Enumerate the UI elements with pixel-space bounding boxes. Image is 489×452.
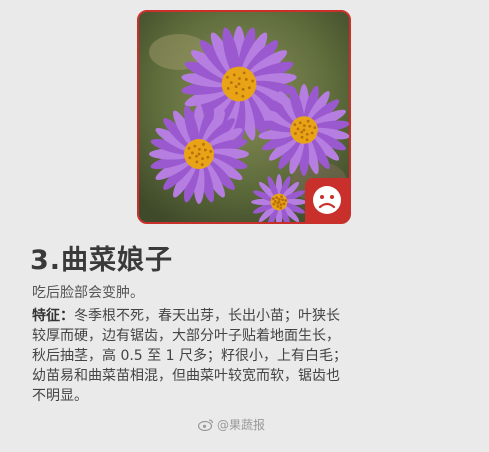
sad-face-icon [305, 178, 349, 222]
features-line: 幼苗易和曲菜苗相混，但曲菜叶较宽而软，锯齿也 [32, 368, 340, 384]
watermark-text: @果蔬报 [217, 418, 266, 432]
features-paragraph: 特征：冬季根不死，春天出芽，长出小苗；叶狭长 较厚而硬，边有锯齿，大部分叶子贴着… [32, 306, 462, 406]
aster-flower [149, 104, 249, 204]
features-label: 特征： [32, 308, 74, 324]
features-line: 秋后抽茎，高 0.5 至 1 尺多；籽很小，上有白毛； [32, 348, 347, 364]
page-title: 3.曲菜娘子 [30, 245, 174, 276]
watermark: @果蔬报 [198, 416, 265, 433]
features-line: 较厚而硬，边有锯齿，大部分叶子贴着地面生长， [32, 328, 340, 344]
weibo-icon [198, 419, 214, 431]
flower-photo [137, 10, 351, 224]
warning-text: 吃后脸部会变肿。 [32, 285, 144, 301]
features-line: 不明显。 [32, 388, 88, 404]
features-line: 特征：冬季根不死，春天出芽，长出小苗；叶狭长 [32, 308, 340, 324]
